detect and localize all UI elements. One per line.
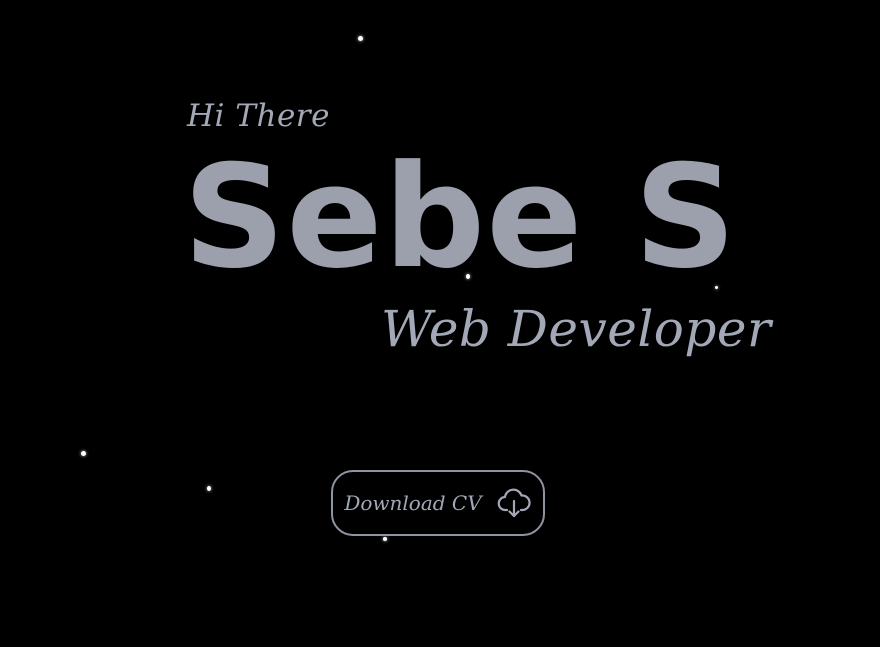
greeting-text: Hi There <box>187 98 330 134</box>
role-subtitle: Web Developer <box>381 300 772 358</box>
name-heading: Sebe S <box>183 135 738 300</box>
hero-section: Hi There Sebe S Web Developer Download C… <box>0 0 880 647</box>
download-cv-label: Download CV <box>344 491 482 515</box>
cloud-download-icon <box>496 485 532 521</box>
download-cv-button[interactable]: Download CV <box>331 470 545 536</box>
